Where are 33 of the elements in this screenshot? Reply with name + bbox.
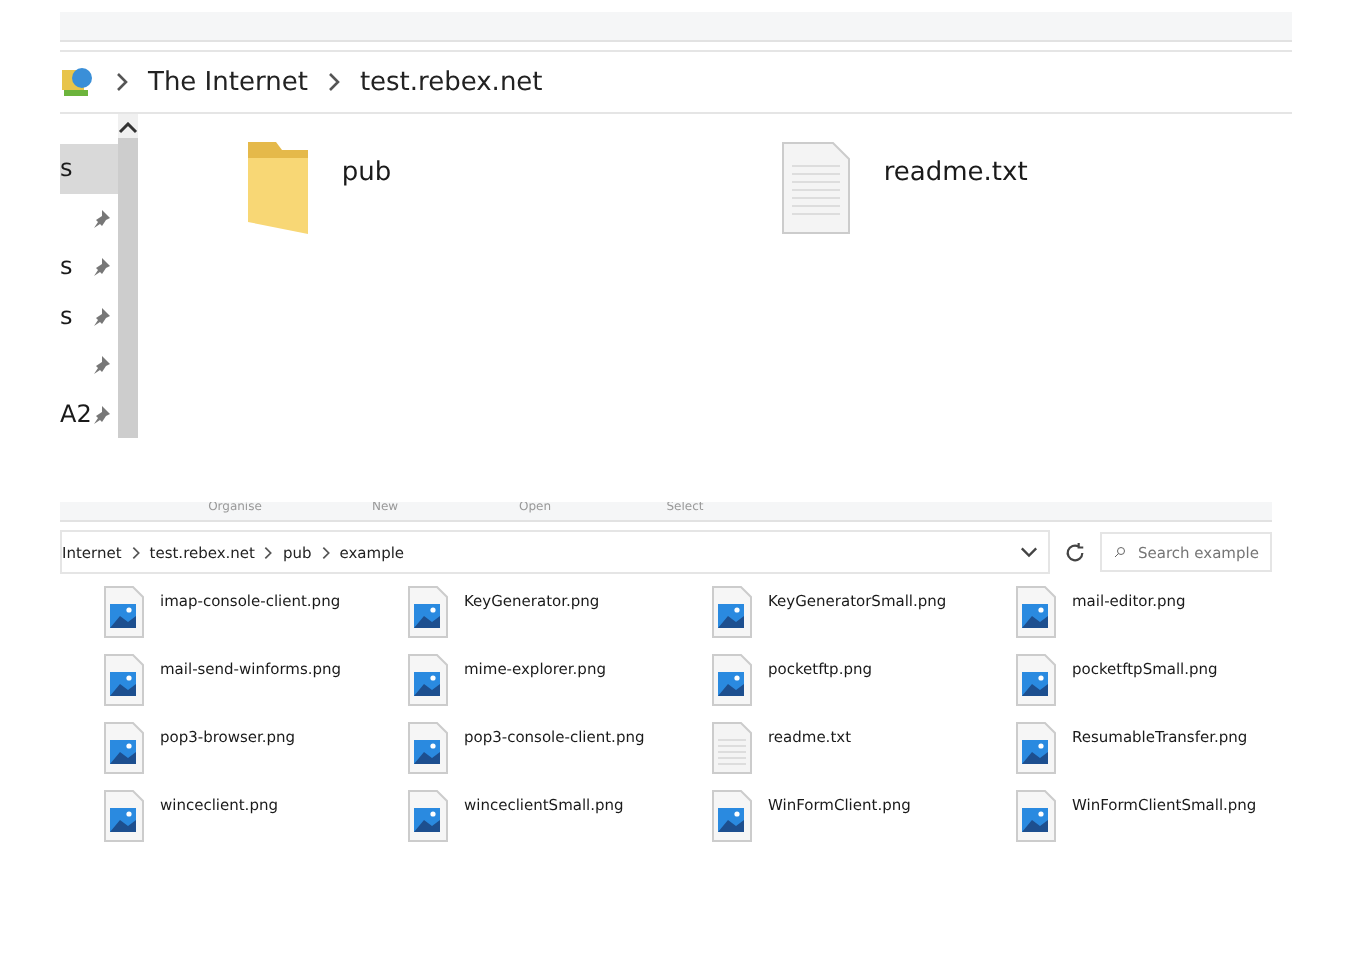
nav-item[interactable]: s: [60, 242, 118, 291]
image-file-icon[interactable]: [1016, 790, 1056, 842]
image-file-icon[interactable]: [408, 790, 448, 842]
breadcrumb-item[interactable]: The Internet: [148, 67, 308, 97]
chevron-right-icon: [131, 545, 140, 559]
image-file-icon[interactable]: [104, 722, 144, 774]
nav-item[interactable]: s: [60, 144, 118, 193]
chevron-right-icon: [264, 545, 273, 559]
nav-item[interactable]: s: [60, 291, 118, 340]
image-file-icon[interactable]: [408, 654, 448, 706]
globe-computer-icon: [60, 64, 96, 100]
chevron-down-icon[interactable]: [1020, 546, 1038, 558]
image-file-icon[interactable]: [712, 790, 752, 842]
image-file-icon[interactable]: [712, 586, 752, 638]
chevron-right-icon: [116, 72, 128, 92]
image-file-icon[interactable]: [104, 654, 144, 706]
breadcrumb-item[interactable]: test.rebex.net: [359, 67, 543, 97]
nav-item[interactable]: A2: [60, 389, 118, 438]
image-file-icon[interactable]: [1016, 722, 1056, 774]
scrollbar[interactable]: [117, 114, 138, 438]
file-name[interactable]: pub: [341, 158, 392, 188]
refresh-icon[interactable]: [1064, 541, 1086, 563]
image-file-icon[interactable]: [712, 654, 752, 706]
file-name[interactable]: readme.txt: [883, 158, 1028, 188]
scroll-up-icon[interactable]: [117, 122, 138, 134]
image-file-icon[interactable]: [408, 722, 448, 774]
chevron-right-icon: [321, 545, 330, 559]
chevron-right-icon: [327, 72, 340, 92]
image-file-icon[interactable]: [1016, 586, 1056, 638]
image-file-icon[interactable]: [408, 586, 448, 638]
image-file-icon[interactable]: [104, 586, 144, 638]
image-file-icon[interactable]: [1016, 654, 1056, 706]
image-file-icon[interactable]: [104, 790, 144, 842]
